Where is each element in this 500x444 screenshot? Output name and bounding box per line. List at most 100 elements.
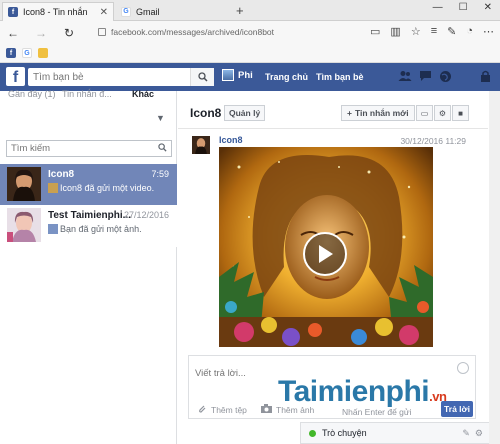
lock-icon <box>98 28 106 36</box>
archive-icon[interactable]: ■ <box>452 105 469 121</box>
video-call-icon[interactable]: ▭ <box>416 105 433 121</box>
watermark-suffix: .vn <box>429 389 447 404</box>
emoji-icon[interactable] <box>457 362 469 374</box>
more-icon[interactable]: ⋯ <box>483 25 494 38</box>
manage-button[interactable]: Quản lý <box>224 105 266 121</box>
avatar <box>222 69 234 81</box>
profile-name: Phi <box>238 69 253 81</box>
facebook-bookmark-icon[interactable]: f <box>6 48 16 58</box>
list-item[interactable]: Test Taimienphi... 27/12/2016 Bạn đã gửi… <box>0 205 177 247</box>
facebook-favicon-icon: f <box>8 7 18 17</box>
browser-tab-bar: f Icon8 - Tin nhắn ✕ G Gmail + — ☐ ✕ <box>0 0 500 21</box>
sender-name: Icon8 <box>219 135 243 145</box>
camera-icon <box>261 404 272 415</box>
facebook-search <box>28 68 214 86</box>
hub-icon[interactable]: ≡ <box>431 25 437 38</box>
facebook-header: f Phi Trang chủ Tìm bạn bè <box>0 63 500 91</box>
video-thumb-icon <box>48 183 58 193</box>
filter-other[interactable]: Khác <box>132 89 154 99</box>
thread-title: Icon8 <box>190 106 222 120</box>
chat-bar-icons: ✎ ⚙ <box>462 428 483 439</box>
google-bookmark-icon[interactable]: G <box>22 48 32 58</box>
bookmarks-bar: f G <box>0 44 500 63</box>
google-favicon-icon: G <box>121 6 131 17</box>
messages-icon[interactable] <box>418 69 432 83</box>
favorite-star-icon[interactable]: ☆ <box>411 25 421 38</box>
tab-icon8[interactable]: f Icon8 - Tin nhắn ✕ <box>2 2 114 21</box>
conversation-time: 7:59 <box>151 169 169 179</box>
page-scrollbar[interactable] <box>489 91 500 444</box>
home-link[interactable]: Trang chủ <box>265 72 308 82</box>
conversation-preview: Bạn đã gửi một ảnh. <box>48 224 142 234</box>
close-window-button[interactable]: ✕ <box>484 2 492 13</box>
new-message-button[interactable]: + Tin nhắn mới <box>341 105 415 121</box>
add-files-button[interactable]: Thêm tệp <box>197 404 247 416</box>
new-message-label: Tin nhắn mới <box>354 108 409 118</box>
chat-bar[interactable]: Trò chuyện ✎ ⚙ <box>300 422 490 444</box>
conversation-name: Icon8 <box>48 169 75 180</box>
sidebar-dropdown-icon[interactable]: ▼ <box>156 113 165 123</box>
notes-icon[interactable]: ✎ <box>447 25 456 38</box>
chat-label: Trò chuyện <box>322 428 367 438</box>
filter-recent[interactable]: Gần đây (1) <box>8 89 56 99</box>
tab-gmail[interactable]: G Gmail <box>116 2 232 21</box>
watermark-logo: Taimienphi.vn <box>278 375 447 409</box>
search-icon[interactable] <box>158 142 171 155</box>
facebook-logo-icon[interactable]: f <box>6 67 25 86</box>
message-timestamp: 30/12/2016 11:29 <box>400 136 466 146</box>
online-status-icon <box>309 429 316 437</box>
conversation-preview: Icon8 đã gửi một video. <box>48 183 154 193</box>
notifications-globe-icon[interactable] <box>438 69 452 83</box>
list-item[interactable]: Icon8 7:59 Icon8 đã gửi một video. <box>0 164 177 206</box>
play-button[interactable] <box>303 232 347 276</box>
conversation-preview-text: Icon8 đã gửi một video. <box>60 183 155 193</box>
gear-icon[interactable]: ⚙ <box>434 105 451 121</box>
conversation-sidebar: Gần đây (1) Tin nhắn đ... Khác ▼ Icon8 7… <box>0 89 177 444</box>
friend-requests-icon[interactable] <box>398 69 412 83</box>
thread-header: Icon8 Quản lý + Tin nhắn mới ▭ ⚙ ■ <box>178 91 488 129</box>
conversation-search <box>6 140 172 157</box>
address-text: facebook.com/messages/archived/icon8bot <box>111 27 275 37</box>
maximize-button[interactable]: ☐ <box>459 2 468 13</box>
avatar <box>7 167 41 201</box>
facebook-search-input[interactable] <box>28 71 190 83</box>
divider <box>458 69 472 83</box>
photo-thumb-icon <box>48 224 58 234</box>
share-icon[interactable]: ◔ <box>466 25 473 38</box>
browser-nav-bar: ← → ↻ facebook.com/messages/archived/ico… <box>0 21 500 44</box>
paperclip-icon <box>197 404 207 416</box>
gear-icon[interactable]: ⚙ <box>475 428 483 439</box>
video-attachment[interactable] <box>219 147 433 347</box>
compose-icon[interactable]: ✎ <box>462 428 470 439</box>
reading-list-icon[interactable]: ▥ <box>390 25 400 38</box>
find-friends-link[interactable]: Tìm bạn bè <box>316 72 364 82</box>
plus-icon: + <box>347 108 352 118</box>
browser-toolbar-right: ▭ ▥ ☆ ≡ ✎ ◔ ⋯ <box>370 25 494 38</box>
close-tab-icon[interactable]: ✕ <box>100 7 108 18</box>
conversation-search-input[interactable] <box>7 143 158 154</box>
profile-link[interactable]: Phi <box>222 69 253 81</box>
back-button[interactable]: ← <box>4 26 22 40</box>
message-thread: Icon8 Quản lý + Tin nhắn mới ▭ ⚙ ■ Icon8… <box>178 91 497 444</box>
sender-avatar <box>192 136 210 154</box>
conversation-name: Test Taimienphi... <box>48 210 131 221</box>
inbox-filters: Gần đây (1) Tin nhắn đ... Khác <box>0 89 176 103</box>
privacy-lock-icon[interactable] <box>478 69 492 83</box>
address-bar[interactable]: facebook.com/messages/archived/icon8bot <box>98 24 348 40</box>
avatar <box>7 208 41 242</box>
forward-button[interactable]: → <box>32 26 50 40</box>
filter-requests[interactable]: Tin nhắn đ... <box>62 89 112 99</box>
search-icon[interactable] <box>190 68 214 86</box>
reload-button[interactable]: ↻ <box>60 26 78 40</box>
watermark-text: Taimienphi <box>278 375 430 408</box>
minimize-button[interactable]: — <box>433 2 443 13</box>
reading-view-icon[interactable]: ▭ <box>370 25 380 38</box>
conversation-time: 27/12/2016 <box>123 210 169 220</box>
folder-bookmark-icon[interactable] <box>38 48 48 58</box>
add-files-label: Thêm tệp <box>211 405 247 415</box>
new-tab-button[interactable]: + <box>236 3 244 18</box>
tab-title: Gmail <box>136 6 160 17</box>
conversation-preview-text: Bạn đã gửi một ảnh. <box>60 224 142 234</box>
window-controls: — ☐ ✕ <box>433 2 492 13</box>
facebook-notification-icons <box>398 69 500 83</box>
